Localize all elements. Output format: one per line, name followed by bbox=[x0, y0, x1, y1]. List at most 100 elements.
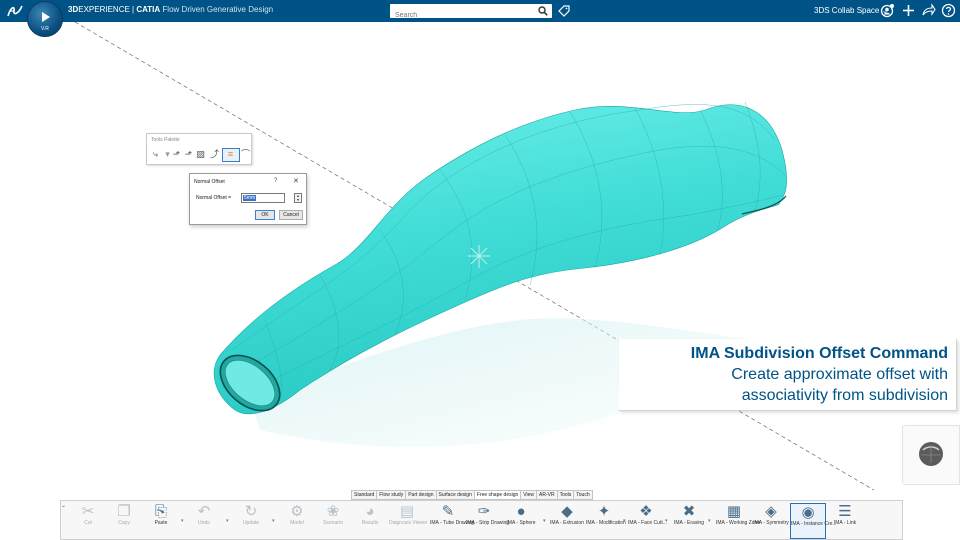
tab-part-design[interactable]: Part design bbox=[406, 490, 437, 500]
tab-free-shape-design[interactable]: Free shape design bbox=[474, 490, 522, 500]
ima-erasing-button[interactable]: ✖ IMA - Erasing bbox=[671, 503, 707, 539]
app-brand: 3DEXPERIENCE | CATIA Flow Driven Generat… bbox=[68, 5, 273, 14]
update-button[interactable]: ↻ Update bbox=[233, 503, 269, 539]
ima-working-zone-button[interactable]: ▦ IMA - Working Zone bbox=[716, 503, 761, 539]
dropdown-arrow-icon[interactable]: ▾ bbox=[543, 518, 546, 524]
normal-offset-input[interactable]: 5mm bbox=[241, 193, 285, 203]
view-cube-widget[interactable] bbox=[902, 425, 960, 485]
normal-offset-dialog: Normal Offset ? ✕ Normal Offset = 5mm ▴ ▾… bbox=[189, 173, 307, 225]
ima-modification-button[interactable]: ✦ IMA - Modification bbox=[586, 503, 626, 539]
tab-standard[interactable]: Standard bbox=[351, 490, 378, 500]
cut-label: Cut bbox=[84, 520, 92, 526]
scenario-icon: ❀ bbox=[326, 503, 340, 520]
cut-button[interactable]: ✂ Cut bbox=[70, 503, 106, 539]
dialog-close-button[interactable]: ✕ bbox=[293, 177, 299, 185]
dropdown-arrow-icon[interactable]: ▾ bbox=[272, 518, 275, 524]
tab-surface-design[interactable]: Surface design bbox=[436, 490, 475, 500]
subdivision-icon[interactable]: ≡ bbox=[225, 148, 236, 160]
normal-offset-label: Normal Offset = bbox=[196, 195, 232, 201]
ok-button[interactable]: OK bbox=[255, 210, 275, 220]
undo-button[interactable]: ↶ Undo bbox=[186, 503, 222, 539]
caption-title: IMA Subdivision Offset Command bbox=[690, 345, 948, 362]
user-icon[interactable] bbox=[880, 3, 895, 18]
tab-ar-vr[interactable]: AR-VR bbox=[537, 490, 558, 500]
ima-tube-drawing-button[interactable]: ✎ IMA - Tube Drawing bbox=[430, 503, 474, 539]
tab-view[interactable]: View bbox=[521, 490, 538, 500]
erasing-icon: ✖ bbox=[682, 503, 696, 520]
ima-face-cutting-button[interactable]: ❖ IMA - Face Cutt... bbox=[628, 503, 667, 539]
help-icon[interactable] bbox=[941, 3, 956, 18]
ima-symmetry-label: IMA - Symmetry bbox=[753, 520, 789, 526]
cancel-button[interactable]: Cancel bbox=[279, 210, 303, 220]
tag-icon[interactable] bbox=[557, 4, 571, 18]
tab-tools[interactable]: Tools bbox=[557, 490, 575, 500]
normal-offset-value: 5mm bbox=[243, 195, 257, 201]
instance-icon: ◉ bbox=[801, 504, 815, 521]
ima-sphere-button[interactable]: ● IMA - Sphere bbox=[503, 503, 539, 539]
model-icon: ⚙ bbox=[290, 503, 304, 520]
diagnosis-viewer-button[interactable]: ▤ Diagnosis Viewer bbox=[389, 503, 428, 539]
ima-modification-label: IMA - Modification bbox=[586, 520, 626, 526]
update-icon: ↻ bbox=[244, 503, 258, 520]
brand-catia: CATIA bbox=[136, 5, 161, 14]
caption-line-2: Create approximate offset with bbox=[731, 366, 948, 383]
paste-button[interactable]: ⎘ Paste bbox=[143, 503, 179, 539]
ima-strip-drawing-label: IMA - Strip Drawing bbox=[466, 520, 510, 526]
ds-logo-icon[interactable] bbox=[6, 3, 24, 19]
scenario-button[interactable]: ❀ Scenario bbox=[315, 503, 351, 539]
results-button[interactable]: ◕ Results bbox=[352, 503, 388, 539]
tools-palette[interactable]: Tools Palette ⤷ ▾ ⬏ ⬏ ▧ ⤴ ≡ ⌒ bbox=[146, 133, 252, 165]
ima-link-label: IMA - Link bbox=[833, 520, 857, 526]
tab-touch[interactable]: Touch bbox=[574, 490, 593, 500]
dropdown-arrow-icon[interactable]: ▾ bbox=[665, 518, 668, 524]
update-label: Update bbox=[242, 520, 260, 526]
tools-palette-title: Tools Palette bbox=[151, 137, 180, 143]
sphere-icon: ● bbox=[516, 503, 526, 520]
model-button[interactable]: ⚙ Model bbox=[279, 503, 315, 539]
axis-icon[interactable]: ⬏ bbox=[171, 148, 182, 160]
copy-button[interactable]: ❐ Copy bbox=[106, 503, 142, 539]
search-icon[interactable] bbox=[538, 6, 548, 16]
ima-extrusion-button[interactable]: ◆ IMA - Extrusion bbox=[549, 503, 585, 539]
offset-icon[interactable]: ⤴ bbox=[209, 148, 220, 160]
dropdown-arrow-icon[interactable]: ▾ bbox=[708, 518, 711, 524]
normal-offset-spinner[interactable]: ▴ ▾ bbox=[294, 193, 302, 203]
dropdown-arrow-icon[interactable]: ▾ bbox=[181, 518, 184, 524]
dropdown-arrow-icon[interactable]: ▾ bbox=[623, 518, 626, 524]
copy-icon: ❐ bbox=[117, 503, 131, 520]
ima-tube-drawing-label: IMA - Tube Drawing bbox=[430, 520, 474, 526]
tube-drawing-icon: ✎ bbox=[441, 503, 455, 520]
search-box[interactable] bbox=[390, 4, 552, 23]
search-input[interactable] bbox=[390, 8, 530, 23]
collab-space-selector[interactable]: 3DS Collab Space ⌄ bbox=[814, 6, 888, 15]
share-icon[interactable] bbox=[921, 3, 936, 18]
ima-working-zone-label: IMA - Working Zone bbox=[716, 520, 761, 526]
ima-instance-creation-button[interactable]: ◉ IMA - Instance Cre... bbox=[790, 503, 837, 539]
model-label: Model bbox=[290, 520, 304, 526]
caption-line-3: associativity from subdivision bbox=[741, 387, 948, 404]
extrusion-icon: ◆ bbox=[561, 503, 573, 520]
strip-drawing-icon: ✑ bbox=[477, 503, 491, 520]
diagnosis-icon: ▤ bbox=[399, 503, 415, 520]
model-thumbnail-icon[interactable] bbox=[917, 440, 945, 468]
add-icon[interactable] bbox=[901, 3, 916, 18]
paste-icon: ⎘ bbox=[154, 503, 167, 520]
3d-viewport[interactable] bbox=[0, 22, 960, 490]
robot-icon[interactable]: ⬏ bbox=[183, 148, 194, 160]
face-cutting-icon: ❖ bbox=[639, 503, 653, 520]
ima-strip-drawing-button[interactable]: ✑ IMA - Strip Drawing bbox=[466, 503, 510, 539]
curve-icon[interactable]: ⌒ bbox=[240, 148, 251, 160]
modification-icon: ✦ bbox=[597, 503, 611, 520]
measure-icon[interactable]: ⤷ bbox=[150, 148, 161, 160]
app-name: Flow Driven Generative Design bbox=[162, 5, 274, 14]
copy-label: Copy bbox=[118, 520, 130, 526]
caption-box: IMA Subdivision Offset Command Create ap… bbox=[619, 339, 957, 411]
tab-flow-study[interactable]: Flow study bbox=[377, 490, 407, 500]
dialog-help-button[interactable]: ? bbox=[274, 178, 277, 184]
collapse-icon[interactable]: ⌄ bbox=[61, 502, 66, 509]
dropdown-arrow-icon[interactable]: ▾ bbox=[226, 518, 229, 524]
ima-symmetry-button[interactable]: ◈ IMA - Symmetry bbox=[753, 503, 789, 539]
ima-face-cutting-label: IMA - Face Cutt... bbox=[628, 520, 667, 526]
surface-icon[interactable]: ▧ bbox=[195, 148, 206, 160]
ima-link-button[interactable]: ☰ IMA - Link bbox=[827, 503, 863, 539]
